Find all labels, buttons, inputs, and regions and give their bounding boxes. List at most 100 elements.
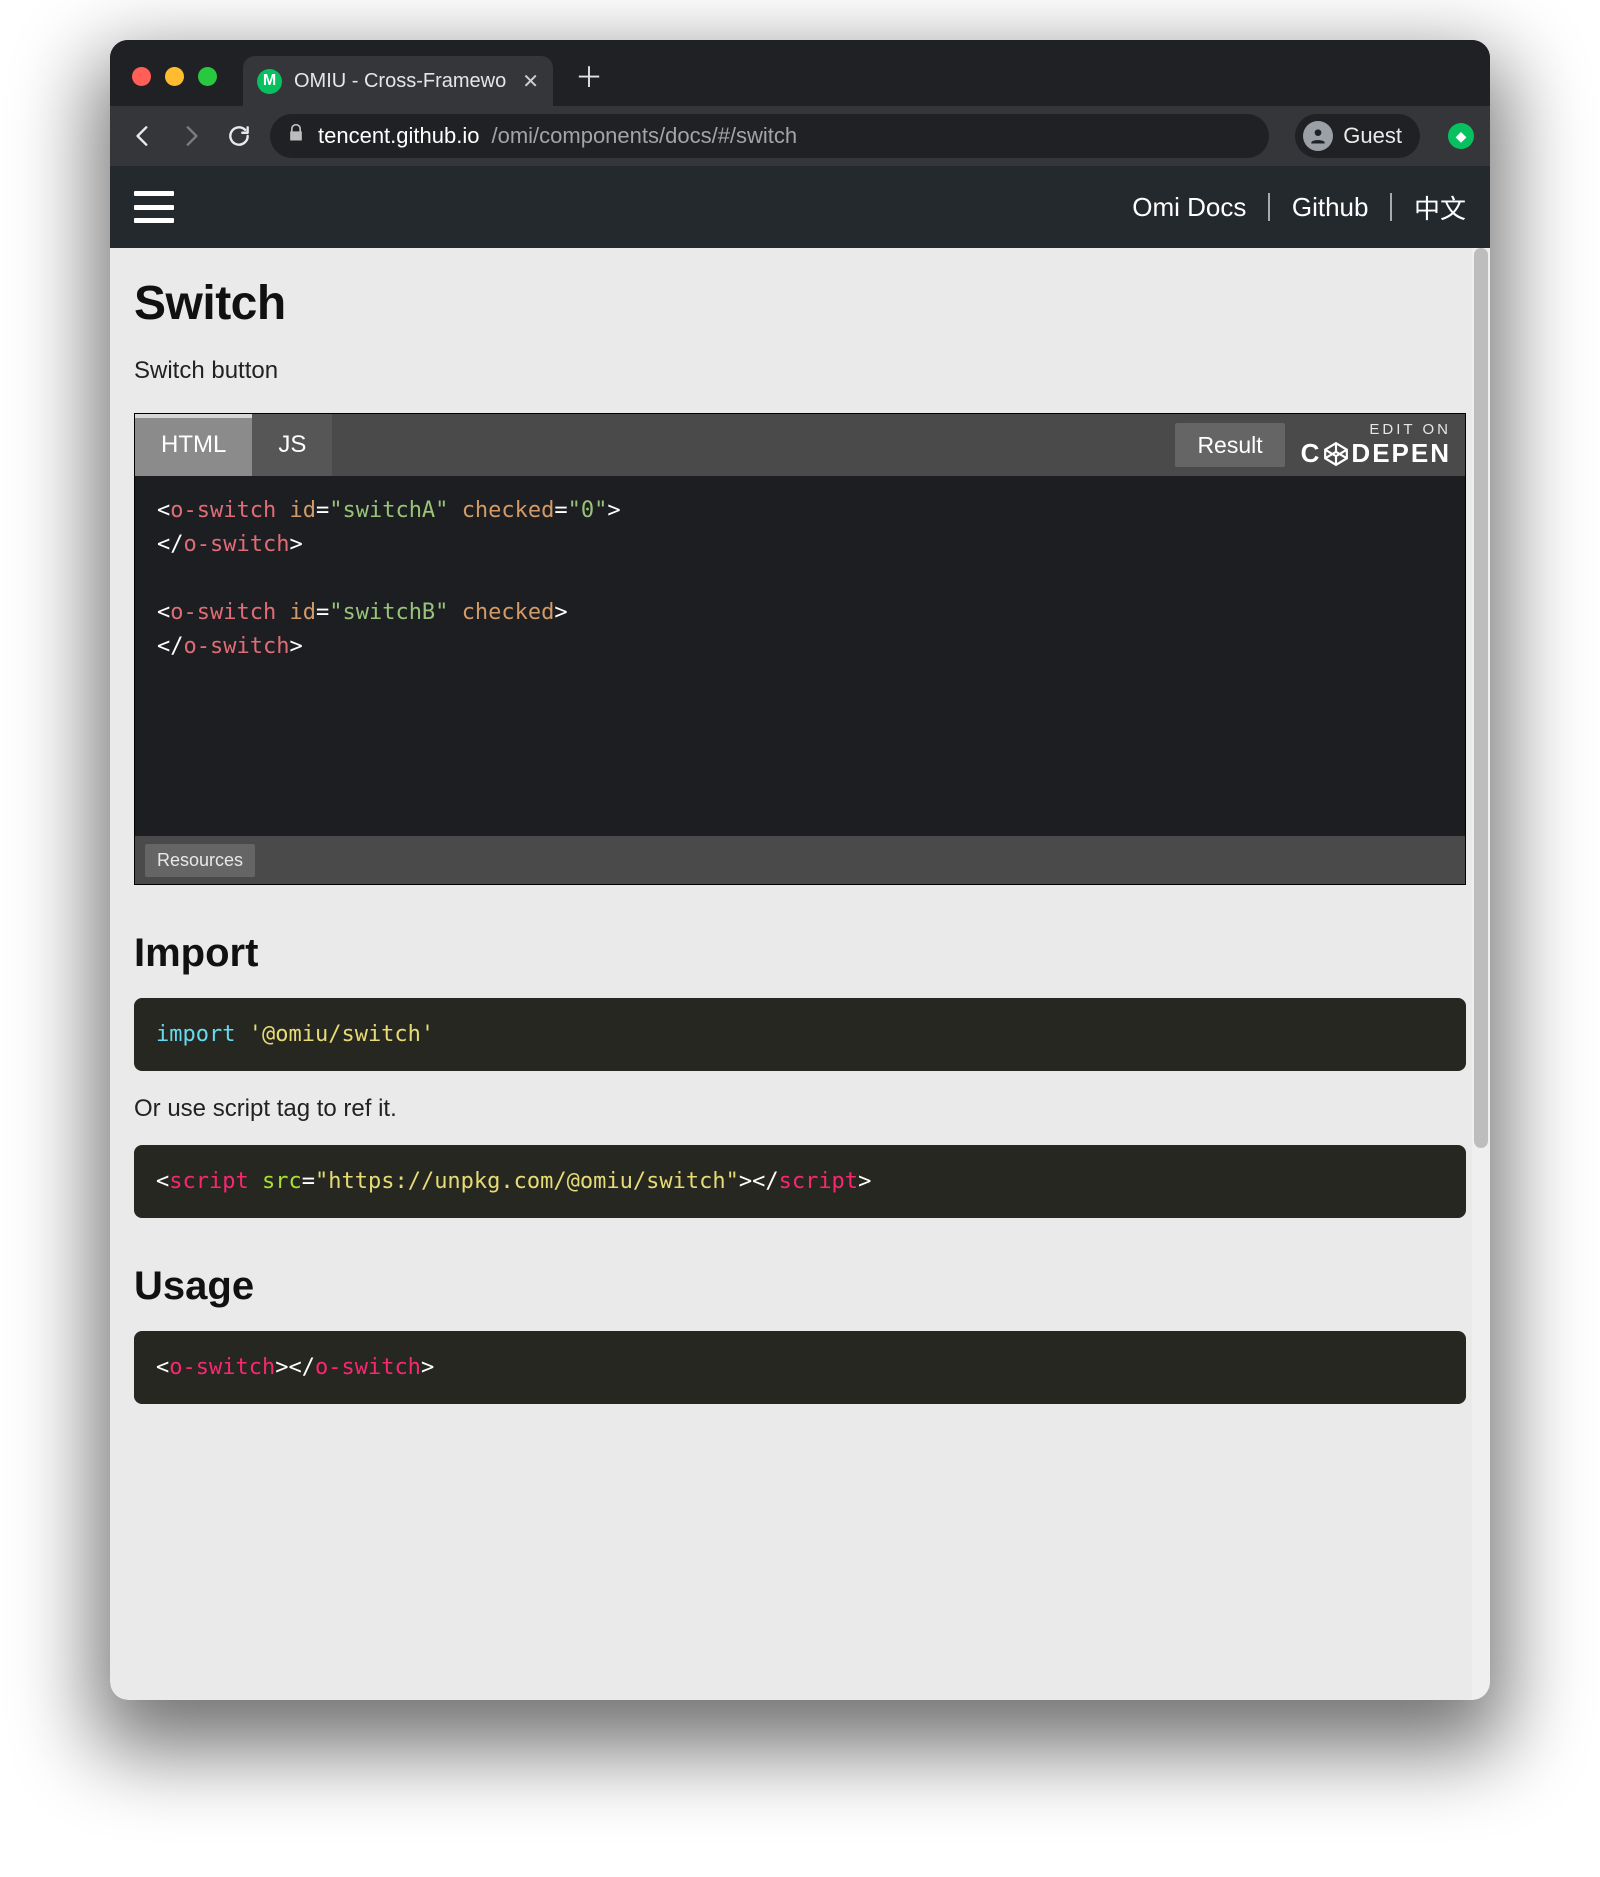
codepen-tab-html[interactable]: HTML	[135, 414, 252, 476]
forward-button[interactable]	[174, 119, 208, 153]
codepen-brand[interactable]: EDIT ON C DEPEN	[1301, 421, 1451, 469]
code-token: "0"	[568, 498, 608, 523]
window-zoom-button[interactable]	[198, 67, 217, 86]
code-token: checked	[462, 600, 555, 625]
codepen-logo-text: DEPEN	[1351, 438, 1451, 469]
code-token: id	[289, 498, 316, 523]
vertical-scrollbar[interactable]	[1472, 248, 1490, 1700]
code-token: </	[752, 1169, 779, 1194]
nav-divider	[1268, 193, 1270, 221]
code-token: "switchA"	[329, 498, 448, 523]
import-heading: Import	[134, 931, 1466, 976]
codepen-logo-text: C	[1301, 438, 1322, 469]
code-token: <	[157, 600, 170, 625]
codepen-edit-on-label: EDIT ON	[1301, 421, 1451, 438]
browser-tab[interactable]: M OMIU - Cross-Frameworks UI F ✕	[243, 56, 553, 106]
lock-icon	[286, 123, 306, 149]
code-token: >	[275, 1355, 288, 1380]
profile-chip[interactable]: Guest	[1295, 114, 1420, 158]
window-minimize-button[interactable]	[165, 67, 184, 86]
code-token: script	[169, 1169, 248, 1194]
code-token: o-switch	[170, 498, 276, 523]
codepen-logo-icon	[1323, 441, 1349, 467]
code-token: <	[156, 1169, 169, 1194]
codepen-tab-js[interactable]: JS	[252, 414, 332, 476]
codepen-tabs: HTML JS	[135, 414, 332, 476]
codepen-code[interactable]: <o-switch id="switchA" checked="0"> </o-…	[135, 476, 1465, 836]
code-token: =	[302, 1169, 315, 1194]
window-controls	[110, 67, 237, 106]
browser-window: M OMIU - Cross-Frameworks UI F ✕ ＋ tence…	[110, 40, 1490, 1700]
nav-docs-link[interactable]: Omi Docs	[1132, 192, 1246, 223]
code-token: o-switch	[170, 600, 276, 625]
codepen-result-button[interactable]: Result	[1175, 423, 1284, 467]
code-token: o-switch	[184, 634, 290, 659]
code-token: >	[607, 498, 620, 523]
code-token: import	[156, 1022, 235, 1047]
scrollbar-thumb[interactable]	[1474, 248, 1488, 1148]
code-token: "switchB"	[329, 600, 448, 625]
code-token	[249, 1169, 262, 1194]
code-token: =	[554, 498, 567, 523]
page-viewport: Omi Docs Github 中文 Switch Switch button …	[110, 166, 1490, 1700]
code-token: >	[554, 600, 567, 625]
code-token: o-switch	[315, 1355, 421, 1380]
nav-chinese-link[interactable]: 中文	[1414, 189, 1466, 226]
page-content: Switch Switch button HTML JS Result EDIT…	[110, 248, 1490, 1444]
code-token: =	[316, 600, 329, 625]
browser-toolbar: tencent.github.io/omi/components/docs/#/…	[110, 106, 1490, 166]
code-token	[448, 498, 461, 523]
code-token: >	[421, 1355, 434, 1380]
codepen-logo: C DEPEN	[1301, 438, 1451, 469]
window-close-button[interactable]	[132, 67, 151, 86]
code-token: </	[157, 532, 184, 557]
code-token: >	[858, 1169, 871, 1194]
script-code[interactable]: <script src="https://unpkg.com/@omiu/swi…	[134, 1145, 1466, 1218]
nav-divider	[1390, 193, 1392, 221]
code-token: <	[156, 1355, 169, 1380]
or-text: Or use script tag to ref it.	[134, 1095, 1466, 1123]
code-token: "https://unpkg.com/@omiu/switch"	[315, 1169, 739, 1194]
page-subtitle: Switch button	[134, 357, 1466, 385]
usage-heading: Usage	[134, 1264, 1466, 1309]
code-token	[276, 498, 289, 523]
menu-icon[interactable]	[134, 191, 174, 223]
code-token: >	[289, 634, 302, 659]
nav-github-link[interactable]: Github	[1292, 192, 1369, 223]
code-token: >	[739, 1169, 752, 1194]
import-code[interactable]: import '@omiu/switch'	[134, 998, 1466, 1071]
extension-button[interactable]: ◆	[1448, 123, 1474, 149]
back-button[interactable]	[126, 119, 160, 153]
code-token: o-switch	[184, 532, 290, 557]
new-tab-button[interactable]: ＋	[553, 56, 603, 106]
site-header: Omi Docs Github 中文	[110, 166, 1490, 248]
code-token	[448, 600, 461, 625]
tab-title: OMIU - Cross-Frameworks UI F	[294, 70, 506, 93]
address-bar[interactable]: tencent.github.io/omi/components/docs/#/…	[270, 114, 1269, 158]
code-token: o-switch	[169, 1355, 275, 1380]
code-token: '@omiu/switch'	[249, 1022, 434, 1047]
code-token	[276, 600, 289, 625]
code-token: script	[779, 1169, 858, 1194]
codepen-footer: Resources	[135, 836, 1465, 884]
code-token: </	[157, 634, 184, 659]
tab-favicon: M	[257, 69, 282, 94]
code-token: id	[289, 600, 316, 625]
reload-button[interactable]	[222, 119, 256, 153]
url-host: tencent.github.io	[318, 123, 479, 149]
code-token	[235, 1022, 248, 1047]
code-token: checked	[462, 498, 555, 523]
codepen-embed: HTML JS Result EDIT ON C DEPEN	[134, 413, 1466, 885]
code-token: src	[262, 1169, 302, 1194]
page-title: Switch	[134, 276, 1466, 331]
url-path: /omi/components/docs/#/switch	[491, 123, 797, 149]
code-token: <	[157, 498, 170, 523]
close-tab-icon[interactable]: ✕	[518, 69, 539, 94]
code-token: =	[316, 498, 329, 523]
profile-label: Guest	[1343, 123, 1402, 149]
code-token: </	[288, 1355, 315, 1380]
usage-code[interactable]: <o-switch></o-switch>	[134, 1331, 1466, 1404]
avatar-icon	[1303, 121, 1333, 151]
site-nav: Omi Docs Github 中文	[1132, 189, 1466, 226]
codepen-resources-button[interactable]: Resources	[145, 844, 255, 877]
